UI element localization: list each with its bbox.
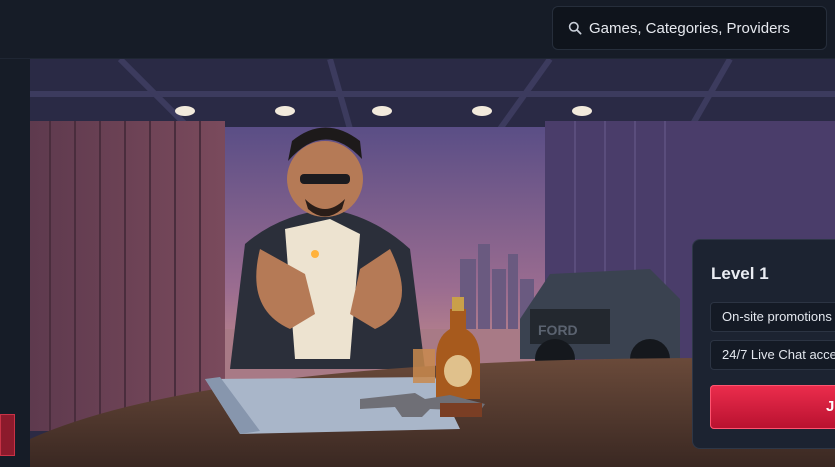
perk-item: On-site promotions xyxy=(710,302,835,332)
search-box[interactable] xyxy=(552,6,827,50)
left-sidebar xyxy=(0,59,31,467)
svg-text:FORD: FORD xyxy=(538,322,578,338)
sidebar-action-button[interactable] xyxy=(0,414,15,456)
top-bar xyxy=(0,0,835,59)
join-now-button[interactable]: JOIN N xyxy=(710,385,835,429)
hero-banner[interactable]: FORD Level 1 On-site promotions 24/7 Liv… xyxy=(30,59,835,467)
perk-item: 24/7 Live Chat access xyxy=(710,340,835,370)
search-icon xyxy=(568,21,582,35)
search-input[interactable] xyxy=(589,7,819,49)
vip-level-card: Level 1 On-site promotions 24/7 Live Cha… xyxy=(692,239,835,449)
level-title: Level 1 xyxy=(711,264,769,283)
